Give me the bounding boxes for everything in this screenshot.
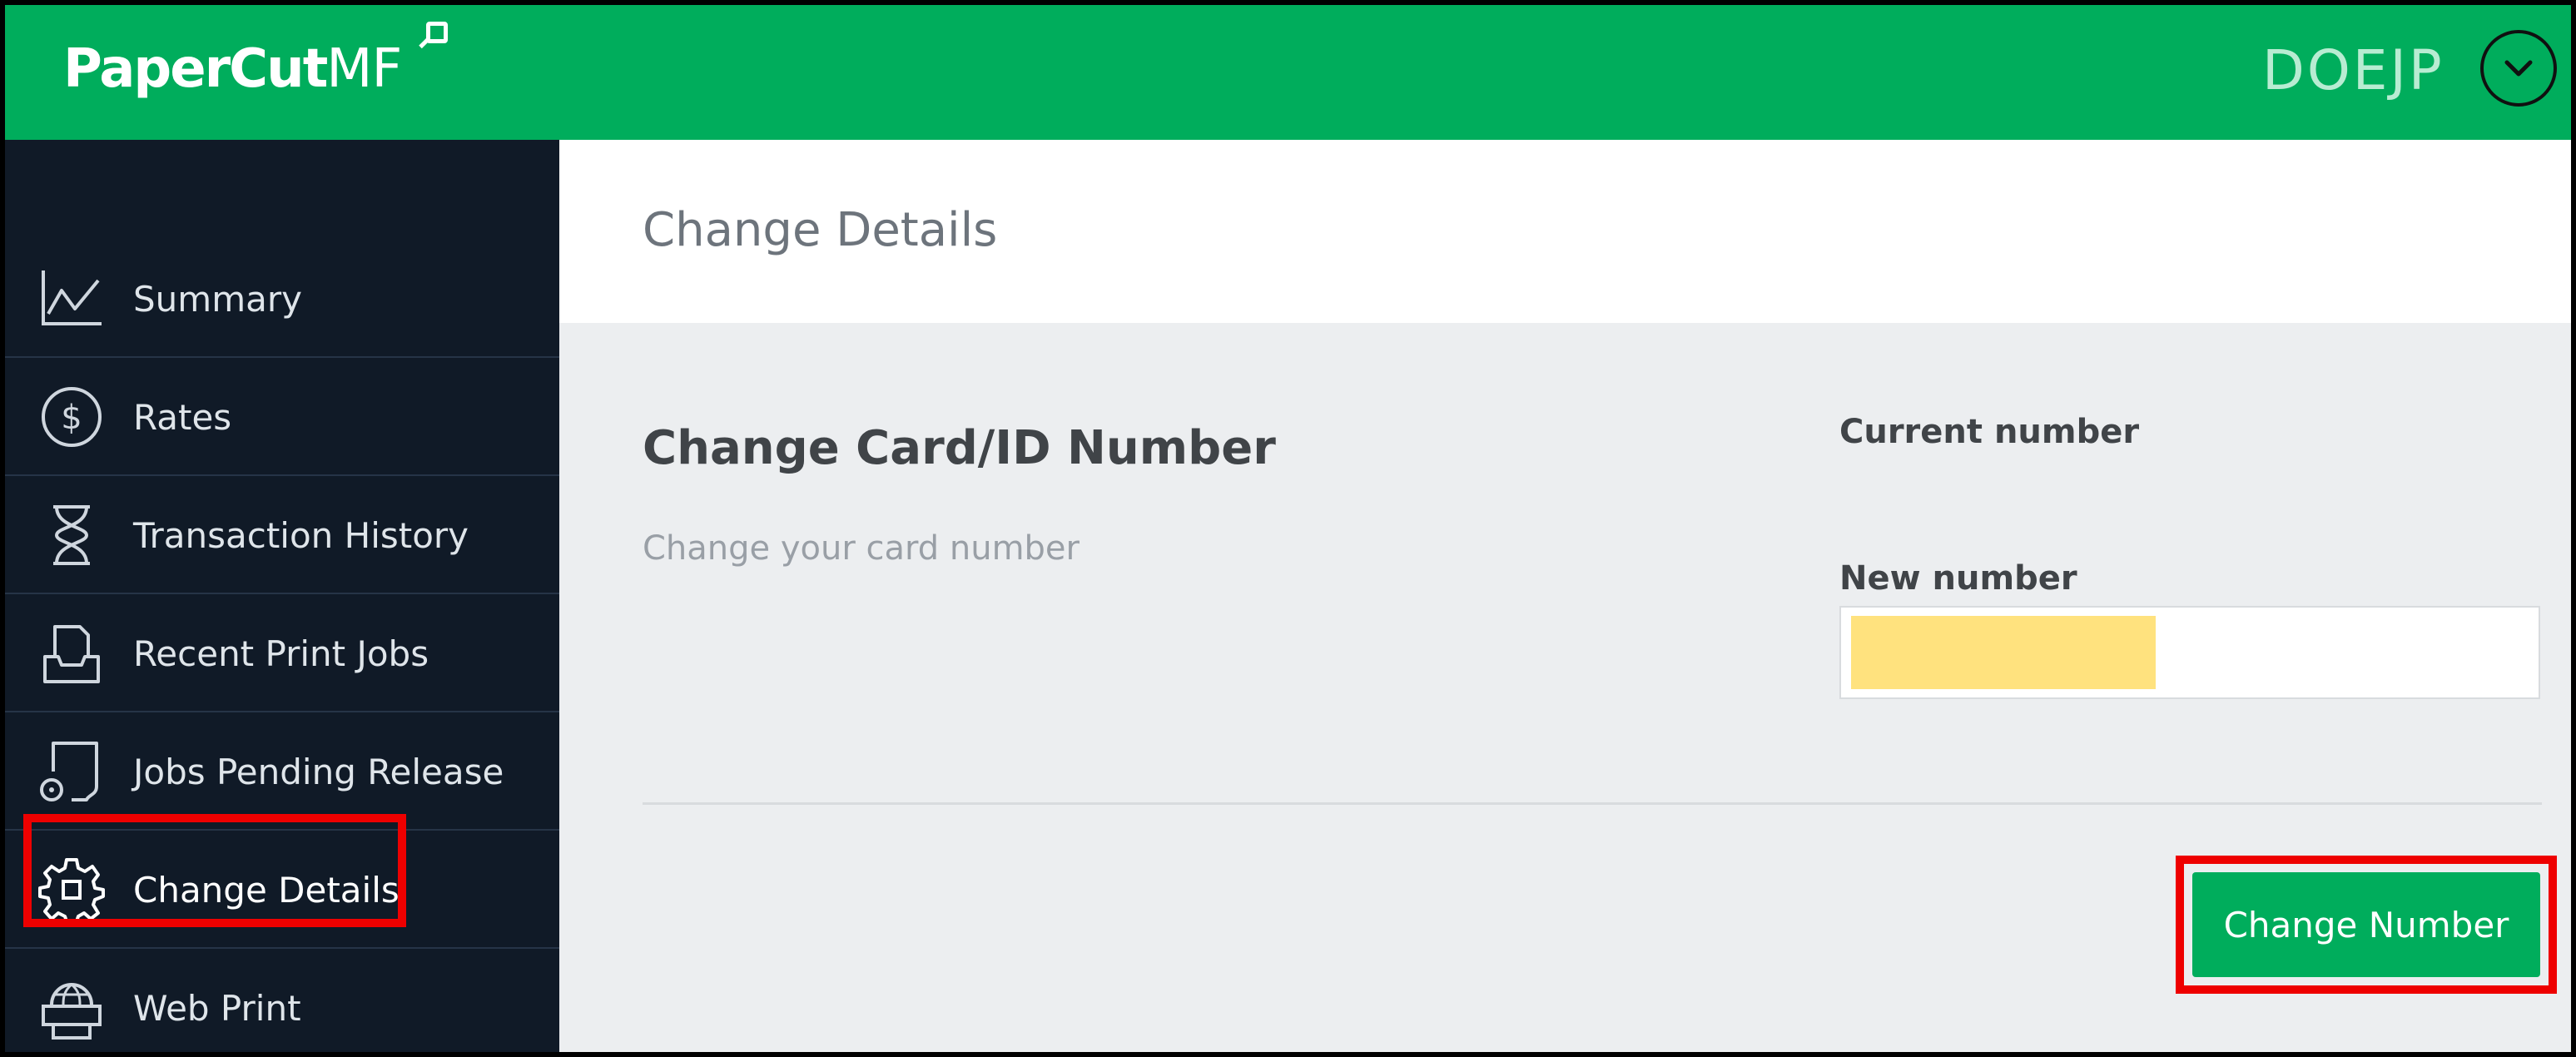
dollar-circle-icon: $ (38, 384, 105, 450)
svg-text:$: $ (61, 399, 82, 437)
redacted-value (1851, 616, 2156, 689)
logo-suffix-text: MF (326, 38, 402, 100)
new-number-input[interactable] (1839, 606, 2540, 699)
logo-mark-icon (426, 22, 448, 43)
app-window: PaperCut MF DOEJP Summary $ Rates Transa… (0, 0, 2576, 1057)
sidebar-item-label: Transaction History (133, 514, 469, 556)
sidebar-item-label: Jobs Pending Release (133, 751, 504, 792)
sidebar-item-label: Change Details (133, 869, 400, 911)
hourglass-icon (38, 502, 105, 568)
change-number-button[interactable]: Change Number (2192, 872, 2540, 977)
new-number-label: New number (1839, 559, 2077, 598)
form-divider (643, 802, 2542, 805)
chart-line-icon (38, 265, 105, 332)
sidebar-item-summary[interactable]: Summary (5, 241, 559, 358)
sidebar-item-label: Web Print (133, 987, 301, 1029)
section-subtitle: Change your card number (643, 529, 1080, 568)
pending-document-icon (38, 738, 105, 805)
print-tray-icon (38, 620, 105, 687)
section-title: Change Card/ID Number (643, 421, 1276, 475)
sidebar-item-rates[interactable]: $ Rates (5, 360, 559, 476)
username-label[interactable]: DOEJP (2262, 38, 2444, 102)
page-title: Change Details (643, 203, 998, 257)
sidebar-item-label: Rates (133, 396, 232, 438)
sidebar-item-jobs-pending-release[interactable]: Jobs Pending Release (5, 714, 559, 831)
logo-brand-text: PaperCut (63, 38, 328, 100)
sidebar-item-label: Recent Print Jobs (133, 633, 429, 674)
papercut-logo[interactable]: PaperCut MF (63, 22, 448, 122)
sidebar-item-label: Summary (133, 278, 302, 320)
top-header: PaperCut MF DOEJP (5, 5, 2571, 140)
current-number-label: Current number (1839, 413, 2140, 451)
sidebar-item-transaction-history[interactable]: Transaction History (5, 478, 559, 594)
sidebar-item-web-print[interactable]: Web Print (5, 950, 559, 1052)
sidebar-item-change-details[interactable]: Change Details (5, 832, 559, 949)
globe-printer-icon (38, 975, 105, 1041)
gear-icon (38, 856, 105, 923)
page-header: Change Details (559, 140, 2571, 323)
chevron-down-icon (2504, 60, 2533, 77)
user-menu-toggle[interactable] (2480, 30, 2557, 107)
sidebar-item-recent-print-jobs[interactable]: Recent Print Jobs (5, 596, 559, 712)
sidebar: Summary $ Rates Transaction History Rece… (5, 140, 559, 1052)
